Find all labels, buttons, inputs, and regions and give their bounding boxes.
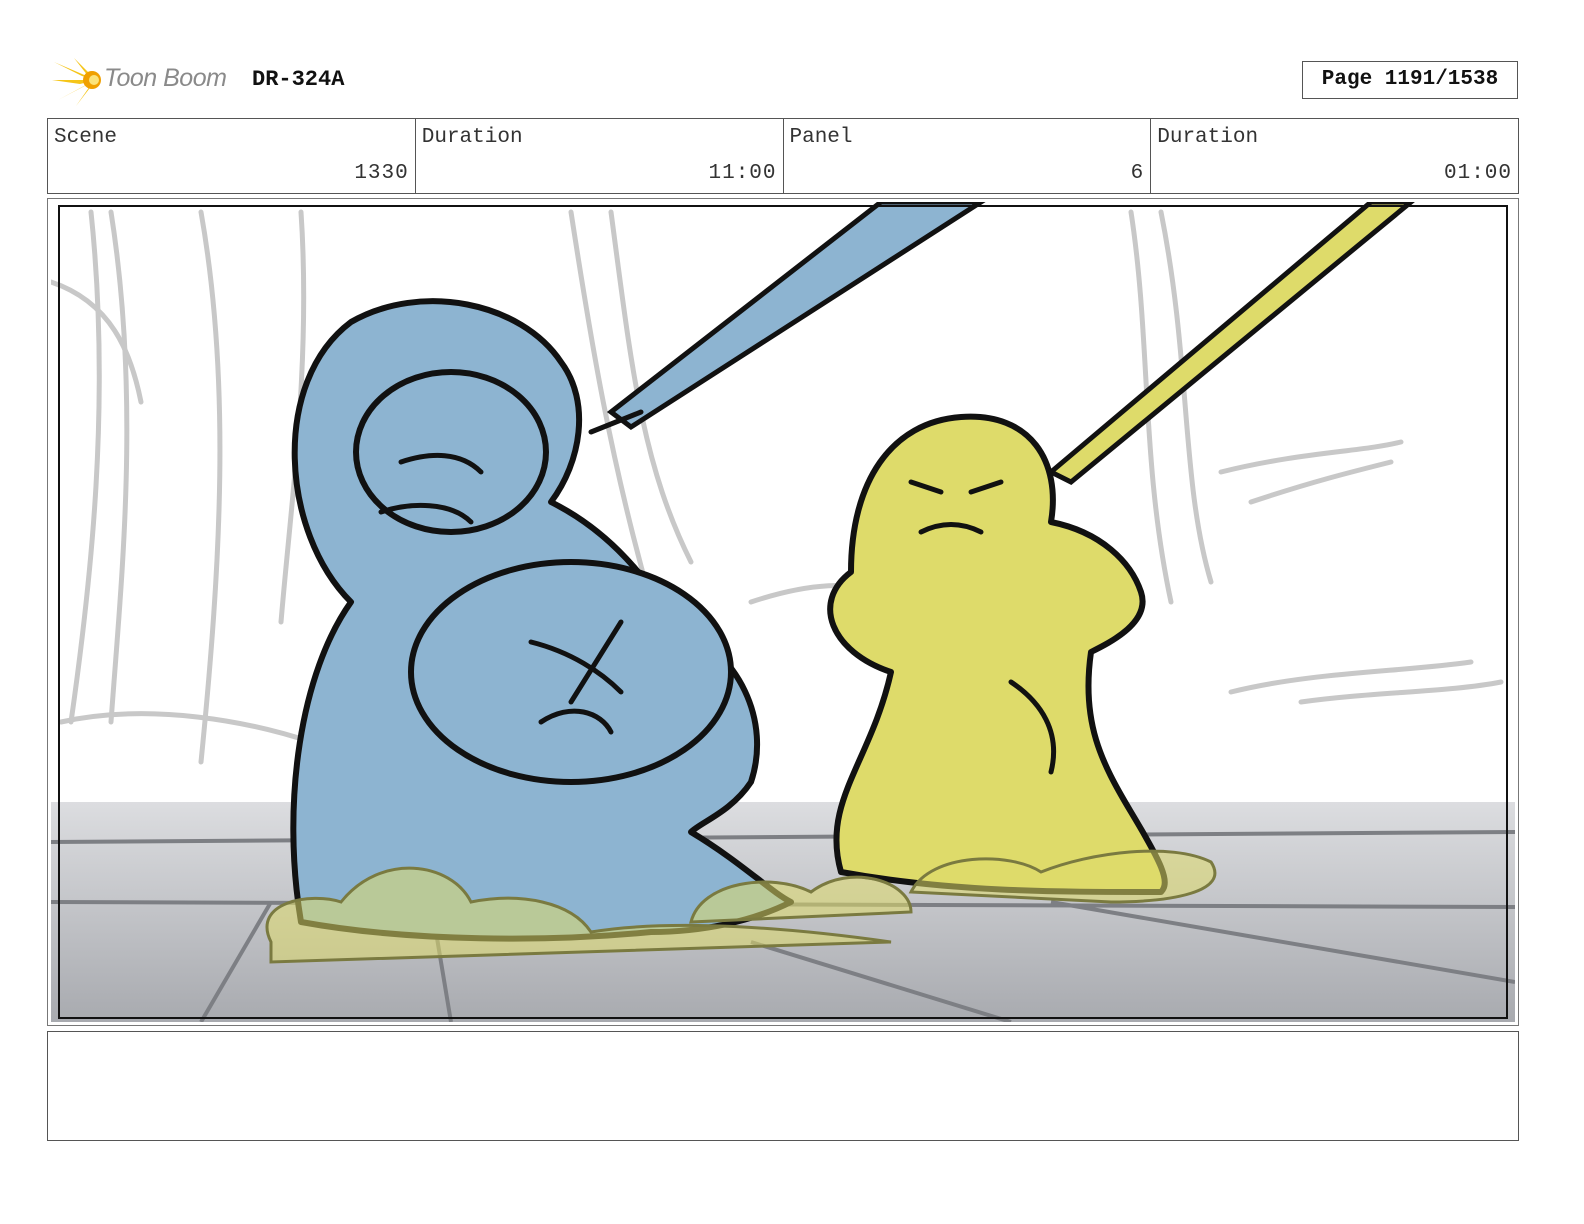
- scene-value: 1330: [354, 162, 409, 185]
- scene-duration-label: Duration: [421, 126, 523, 149]
- panel-value: 6: [1130, 162, 1145, 185]
- panel-notes-box: [47, 1031, 1519, 1141]
- panel-label: Panel: [789, 126, 853, 149]
- logo-text: Toon Boom: [104, 64, 227, 92]
- scene-duration-value: 11:00: [708, 162, 777, 185]
- scene-info-table: Scene 1330 Duration 11:00 Panel 6 Durati…: [47, 118, 1519, 194]
- page-number: Page 1191/1538: [1302, 61, 1518, 99]
- scene-cell: Scene 1330: [48, 119, 416, 193]
- scene-label: Scene: [54, 126, 118, 149]
- panel-duration-cell: Duration 01:00: [1151, 119, 1518, 193]
- storyboard-panel-image: [51, 202, 1515, 1022]
- panel-duration-value: 01:00: [1443, 162, 1512, 185]
- panel-cell: Panel 6: [784, 119, 1152, 193]
- panel-duration-label: Duration: [1157, 126, 1259, 149]
- scene-duration-cell: Duration 11:00: [416, 119, 784, 193]
- production-code: DR-324A: [252, 67, 345, 92]
